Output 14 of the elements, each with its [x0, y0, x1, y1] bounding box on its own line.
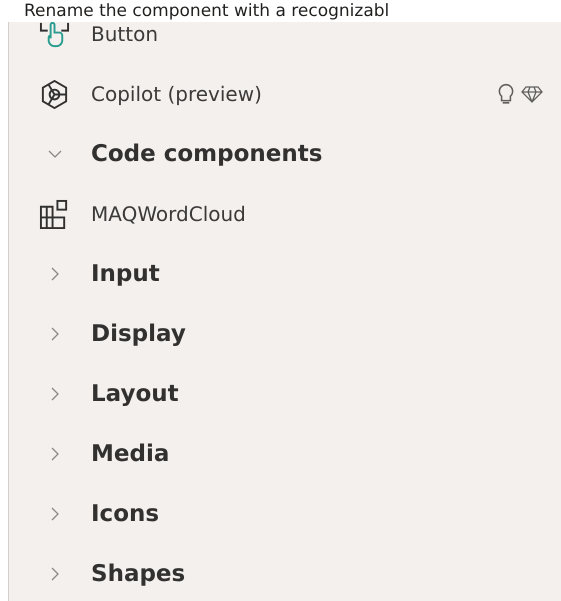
- instruction-text: Rename the component with a recognizabl: [24, 0, 390, 22]
- category-header[interactable]: Icons: [91, 501, 160, 527]
- control-item[interactable]: MAQWordCloud: [91, 202, 246, 226]
- category-header[interactable]: Display: [91, 321, 186, 347]
- hand-pointer-icon: [39, 22, 70, 50]
- control-item[interactable]: Copilot (preview): [91, 82, 262, 106]
- copilot-icon: [39, 78, 70, 110]
- component-grid-icon: [39, 198, 70, 230]
- control-item[interactable]: Button: [91, 22, 158, 46]
- category-header[interactable]: Code components: [91, 141, 322, 167]
- category-header[interactable]: Layout: [91, 381, 179, 407]
- category-header[interactable]: Shapes: [91, 561, 186, 587]
- category-header[interactable]: Input: [91, 261, 160, 287]
- category-header[interactable]: Media: [91, 441, 170, 467]
